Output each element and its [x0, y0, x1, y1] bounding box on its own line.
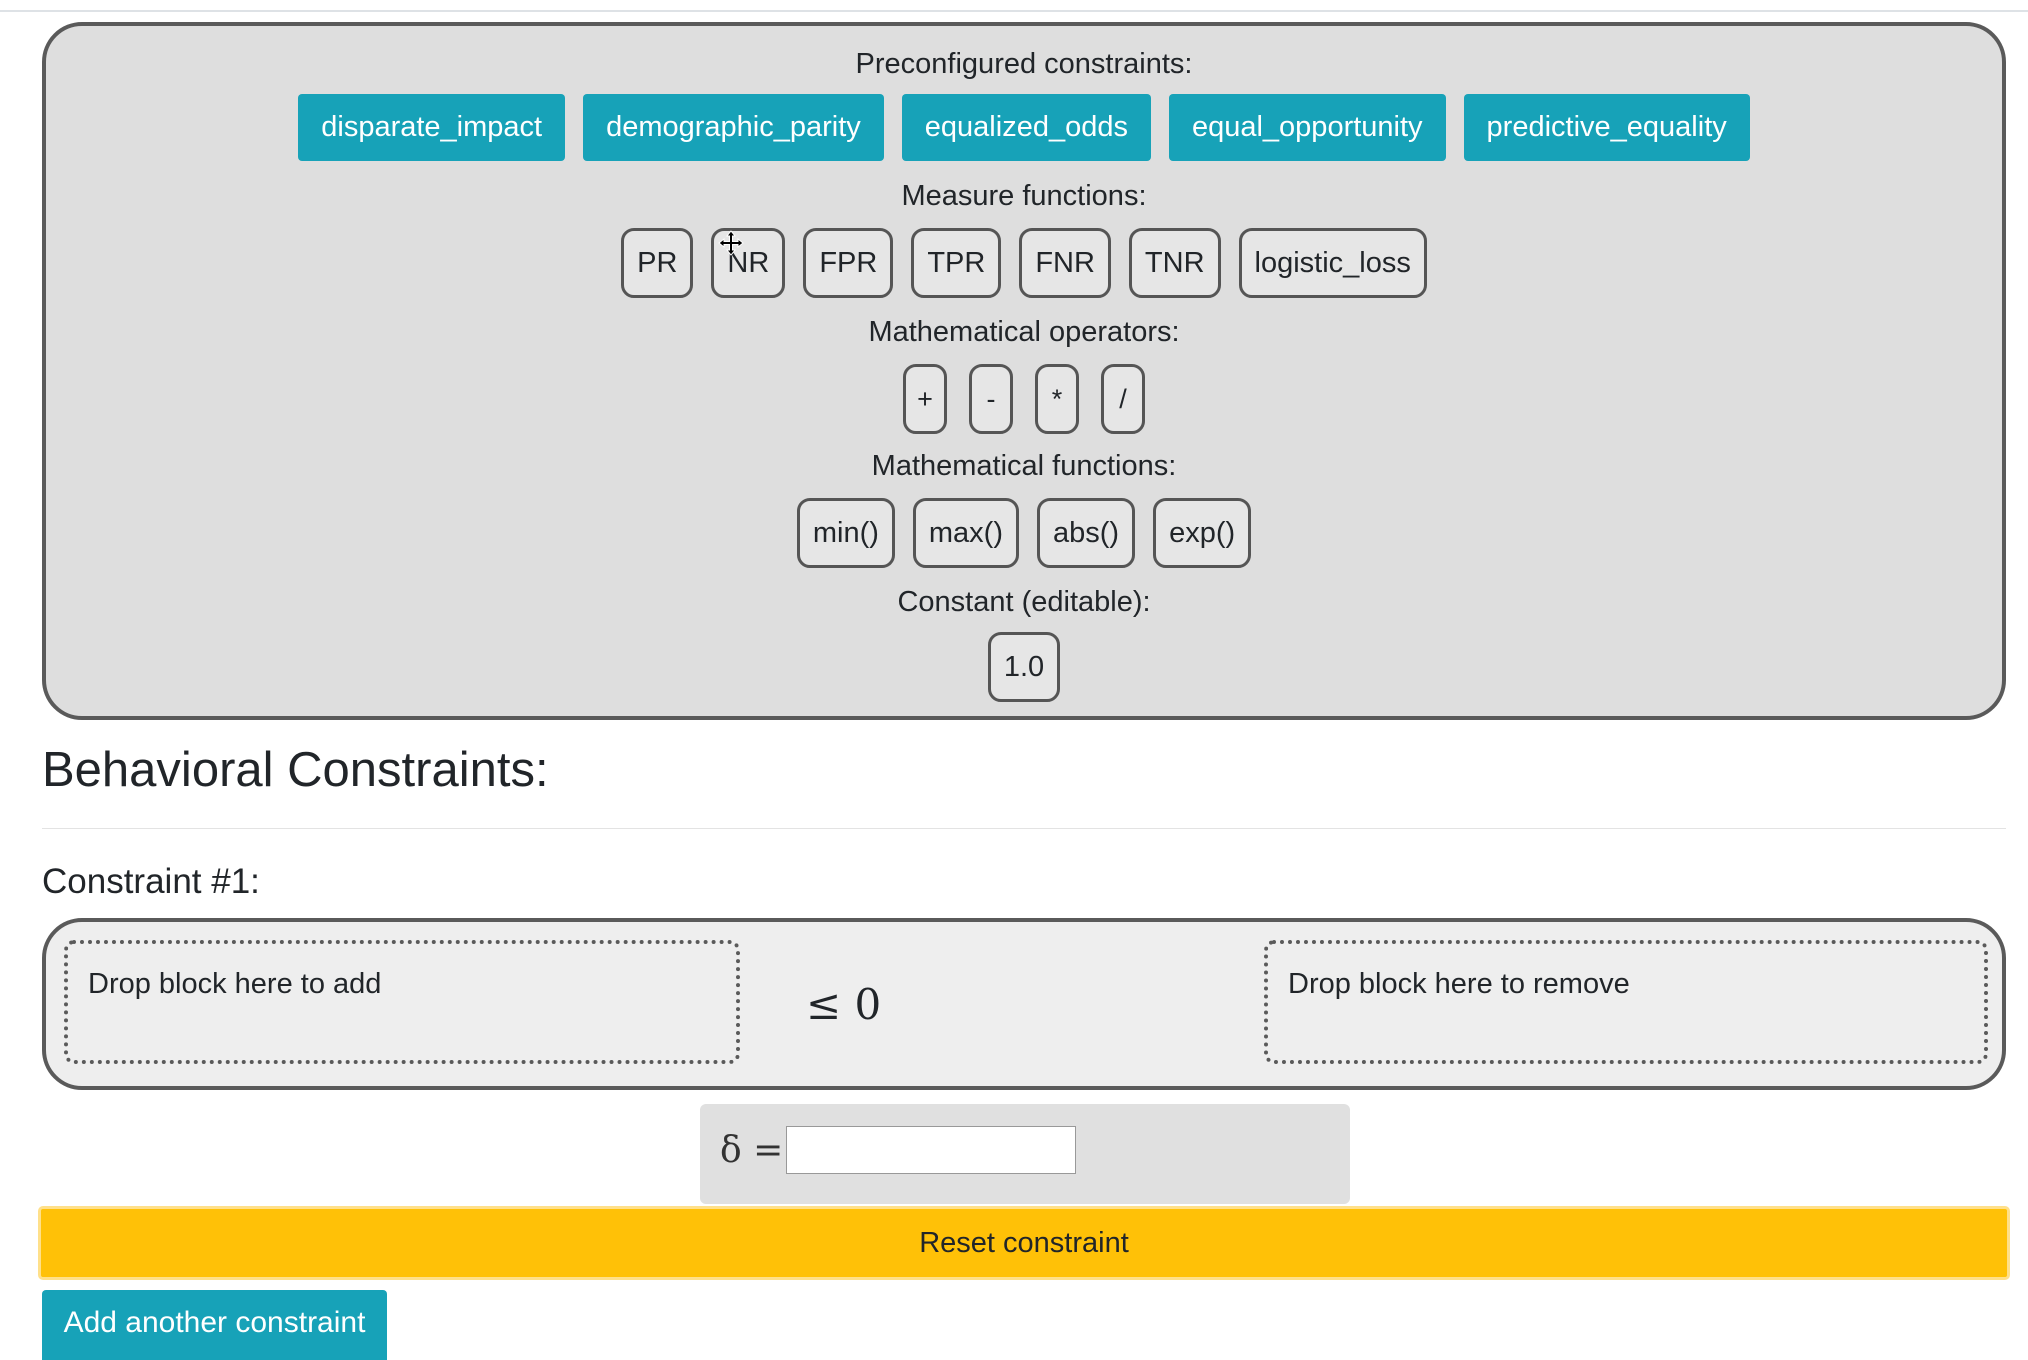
function-block-max[interactable]: max() [912, 498, 1019, 568]
reset-constraint-button[interactable]: Reset constraint [38, 1206, 2010, 1280]
constant-row: 1.0 [46, 632, 2002, 702]
measure-block-logistic-loss[interactable]: logistic_loss [1238, 228, 1427, 298]
math-functions-label: Mathematical functions: [871, 450, 1177, 482]
preconfigured-label: Preconfigured constraints: [855, 48, 1193, 80]
constant-label: Constant (editable): [897, 586, 1151, 618]
operator-block-multiply[interactable]: * [1035, 364, 1079, 434]
measure-block-fnr[interactable]: FNR [1019, 228, 1111, 298]
delta-label: δ = [720, 1130, 784, 1171]
function-block-exp[interactable]: exp() [1153, 498, 1252, 568]
operator-block-minus[interactable]: - [969, 364, 1013, 434]
delta-input[interactable] [786, 1126, 1076, 1174]
behavioral-constraints-heading: Behavioral Constraints: [42, 743, 549, 797]
constant-block[interactable]: 1.0 [987, 632, 1061, 702]
measure-block-pr[interactable]: PR [621, 228, 694, 298]
remove-dropzone[interactable]: Drop block here to remove [1264, 940, 1988, 1064]
operator-block-plus[interactable]: + [903, 364, 947, 434]
function-block-min[interactable]: min() [796, 498, 895, 568]
operators-label: Mathematical operators: [868, 316, 1180, 348]
add-dropzone[interactable]: Drop block here to add [64, 940, 740, 1064]
measure-block-tpr[interactable]: TPR [911, 228, 1002, 298]
measure-functions-label: Measure functions: [901, 180, 1147, 212]
block-palette: Preconfigured constraints: disparate_imp… [42, 22, 2006, 720]
constraint-editor: Drop block here to add ≤ 0 Drop block he… [42, 918, 2006, 1090]
delta-panel: δ = [700, 1104, 1350, 1204]
measure-block-fpr[interactable]: FPR [803, 228, 894, 298]
measure-functions-row: PR NR FPR TPR FNR TNR logistic_loss [46, 228, 2002, 298]
operator-block-divide[interactable]: / [1101, 364, 1145, 434]
function-block-abs[interactable]: abs() [1037, 498, 1136, 568]
preset-equalized-odds[interactable]: equalized_odds [901, 94, 1151, 161]
preset-predictive-equality[interactable]: predictive_equality [1463, 94, 1750, 161]
top-divider [0, 10, 2028, 12]
preset-equal-opportunity[interactable]: equal_opportunity [1168, 94, 1446, 161]
relation-symbol: ≤ 0 [806, 980, 882, 1029]
section-divider [42, 828, 2006, 829]
preset-demographic-parity[interactable]: demographic_parity [583, 94, 884, 161]
measure-block-tnr[interactable]: TNR [1128, 228, 1221, 298]
preset-disparate-impact[interactable]: disparate_impact [298, 94, 566, 161]
preconfigured-row: disparate_impact demographic_parity equa… [46, 94, 2002, 161]
math-functions-row: min() max() abs() exp() [46, 498, 2002, 568]
operators-row: + - * / [46, 364, 2002, 434]
move-cursor-icon [718, 230, 744, 256]
constraint-title: Constraint #1: [42, 862, 260, 901]
